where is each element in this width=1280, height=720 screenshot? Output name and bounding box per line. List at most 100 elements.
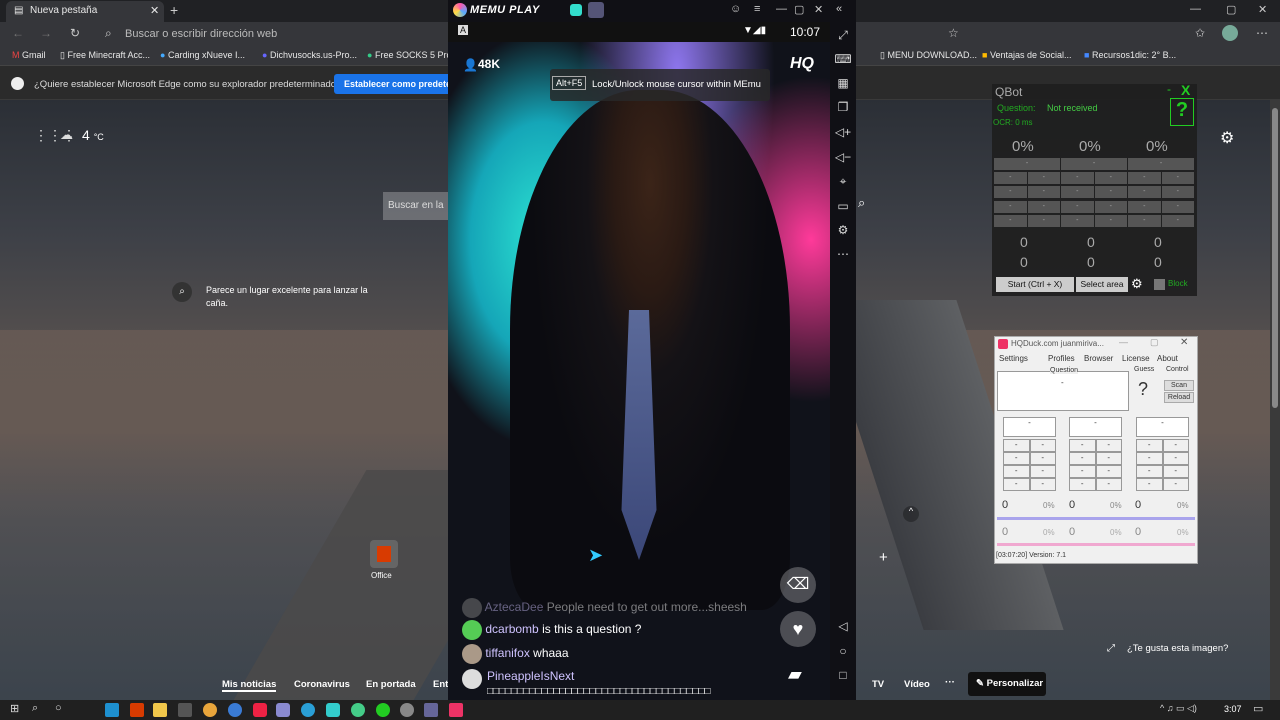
taskbar-telegram-icon[interactable] xyxy=(301,703,315,717)
forward-icon[interactable]: → xyxy=(40,26,52,40)
more-icon[interactable]: ⋯ xyxy=(834,247,852,263)
taskbar-app3-icon[interactable] xyxy=(424,703,438,717)
memu-tab-hq-icon[interactable] xyxy=(588,2,604,18)
notifications-icon[interactable]: ▭ xyxy=(1253,702,1263,715)
hqduck-minimize-icon[interactable]: — xyxy=(1119,337,1128,347)
settings-gear-icon[interactable]: ⚙ xyxy=(1220,128,1234,148)
hqduck-scan-button[interactable]: Scan xyxy=(1164,380,1194,391)
bookmark-minecraft[interactable]: ▯ Free Minecraft Acc... xyxy=(60,50,150,61)
folder-icon[interactable]: ▭ xyxy=(834,199,852,215)
location-icon[interactable]: ⌖ xyxy=(834,174,852,190)
bookmark-carding[interactable]: ● Carding xNueve I... xyxy=(160,50,245,60)
favorites-icon[interactable]: ✩ xyxy=(1195,26,1205,40)
menu-about[interactable]: About xyxy=(1157,354,1178,363)
web-search-box[interactable]: Buscar en la xyxy=(383,192,448,220)
taskbar-qbot-icon[interactable] xyxy=(376,703,390,717)
chat-bubble-icon[interactable]: ▰ xyxy=(788,664,802,685)
memu-menu-icon[interactable]: ≡ xyxy=(754,3,760,15)
taskbar-memu-icon[interactable] xyxy=(276,703,290,717)
office-tile[interactable] xyxy=(370,540,398,568)
tray-icons[interactable]: ^ ♫ ▭ ◁) xyxy=(1160,703,1197,714)
news-tab-tv[interactable]: TV xyxy=(872,679,884,690)
news-tab-video[interactable]: Vídeo xyxy=(904,679,930,690)
settings-icon[interactable]: ⚙ xyxy=(834,223,852,239)
taskbar-browser2-icon[interactable] xyxy=(351,703,365,717)
start-windows-icon[interactable]: ⊞ xyxy=(10,702,19,715)
volume-down-icon[interactable]: ◁− xyxy=(834,150,852,166)
qbot-minimize-icon[interactable]: - xyxy=(1167,82,1171,96)
chevron-up-icon[interactable]: ^ xyxy=(903,506,919,522)
more-menu-icon[interactable]: ⋯ xyxy=(1256,26,1268,40)
customize-button[interactable]: ✎ Personalizar xyxy=(968,672,1046,696)
multi-window-icon[interactable]: ❐ xyxy=(834,100,852,116)
favorite-star-icon[interactable]: ☆ xyxy=(948,26,959,40)
taskbar-edge-icon[interactable] xyxy=(105,703,119,717)
news-more-icon[interactable]: ··· xyxy=(945,677,955,688)
bookmark-menu-download[interactable]: ▯ MENU DOWNLOAD... xyxy=(880,50,977,61)
memu-tab-app-icon[interactable] xyxy=(570,4,582,16)
bookmark-free-socks[interactable]: ● Free SOCKS 5 Proxy xyxy=(367,50,460,60)
bookmark-dichvusocks[interactable]: ● Dichvusocks.us-Pro... xyxy=(262,50,357,60)
volume-up-icon[interactable]: ◁+ xyxy=(834,125,852,141)
taskbar-hqduck-icon[interactable] xyxy=(449,703,463,717)
page-scrollbar[interactable] xyxy=(1270,100,1280,700)
bookmark-ventajas[interactable]: ■ Ventajas de Social... xyxy=(982,50,1072,60)
close-tab-icon[interactable]: ✕ xyxy=(150,4,159,17)
taskbar-search-icon[interactable]: ⌕ xyxy=(32,702,38,715)
memu-collapse-icon[interactable]: « xyxy=(836,3,842,15)
eraser-button[interactable]: ⌫ xyxy=(780,567,816,603)
android-home-icon[interactable]: ○ xyxy=(834,644,852,660)
qbot-settings-icon[interactable]: ⚙ xyxy=(1131,276,1143,292)
close-window-icon[interactable]: ✕ xyxy=(1258,3,1267,16)
menu-profiles[interactable]: Profiles xyxy=(1048,354,1075,363)
memu-minimize-icon[interactable]: — xyxy=(776,3,787,15)
taskbar-brave-icon[interactable] xyxy=(253,703,267,717)
qbot-start-button[interactable]: Start (Ctrl + X) xyxy=(996,277,1074,292)
maximize-icon[interactable]: ▢ xyxy=(1226,3,1236,16)
qbot-help-button[interactable]: ? xyxy=(1170,98,1194,126)
apk-icon[interactable]: ▦ xyxy=(834,76,852,92)
taskbar-app-icon[interactable] xyxy=(203,703,217,717)
fullscreen-icon[interactable]: ⤢ xyxy=(834,28,852,44)
qbot-block-checkbox[interactable] xyxy=(1154,279,1165,290)
bookmark-recursos[interactable]: ■ Recursos1dic: 2° B... xyxy=(1084,50,1176,60)
news-tab-coronavirus[interactable]: Coronavirus xyxy=(294,679,350,690)
taskbar-store-icon[interactable] xyxy=(178,703,192,717)
android-recents-icon[interactable]: □ xyxy=(834,668,852,684)
news-tab-en-portada[interactable]: En portada xyxy=(366,679,416,690)
memu-maximize-icon[interactable]: ▢ xyxy=(794,3,804,16)
menu-browser[interactable]: Browser xyxy=(1084,354,1113,363)
address-input[interactable]: Buscar o escribir dirección web xyxy=(125,28,277,40)
scrollbar-thumb[interactable] xyxy=(1272,108,1278,408)
refresh-icon[interactable]: ↻ xyxy=(70,26,80,40)
hqduck-maximize-icon[interactable]: ▢ xyxy=(1150,337,1159,348)
bookmark-gmail[interactable]: M Gmail xyxy=(12,50,46,60)
heart-button[interactable]: ♥ xyxy=(780,611,816,647)
qbot-select-area-button[interactable]: Select area xyxy=(1076,277,1128,292)
news-tab-ent[interactable]: Ent xyxy=(433,679,448,690)
menu-license[interactable]: License xyxy=(1122,354,1150,363)
hqduck-reload-button[interactable]: Reload xyxy=(1164,392,1194,403)
hqduck-close-icon[interactable]: ✕ xyxy=(1180,337,1188,348)
minimize-icon[interactable]: — xyxy=(1190,3,1201,15)
new-tab-icon[interactable]: + xyxy=(170,2,178,18)
taskbar-office-icon[interactable] xyxy=(130,703,144,717)
tab-nueva-pestana[interactable]: ▤ Nueva pestaña ✕ xyxy=(6,1,164,22)
taskbar-chrome-icon[interactable] xyxy=(228,703,242,717)
like-image-link[interactable]: ¿Te gusta esta imagen? xyxy=(1127,643,1228,654)
memu-close-icon[interactable]: ✕ xyxy=(814,3,823,16)
android-back-icon[interactable]: ◁ xyxy=(834,619,852,635)
back-icon[interactable]: ← xyxy=(12,26,24,40)
task-view-icon[interactable]: ○ xyxy=(55,702,62,714)
qbot-close-icon[interactable]: X xyxy=(1181,82,1190,98)
taskbar-app2-icon[interactable] xyxy=(400,703,414,717)
menu-settings[interactable]: Settings xyxy=(999,354,1028,363)
taskbar-tool-icon[interactable] xyxy=(326,703,340,717)
memu-account-icon[interactable]: ☺ xyxy=(730,3,741,15)
profile-avatar[interactable] xyxy=(1222,25,1238,41)
keyboard-icon[interactable]: ⌨ xyxy=(834,52,852,68)
taskbar-explorer-icon[interactable] xyxy=(153,703,167,717)
search-magnifier-right-icon[interactable]: ⌕ xyxy=(858,195,865,211)
add-tile-icon[interactable]: + xyxy=(879,549,888,566)
news-tab-mis-noticias[interactable]: Mis noticias xyxy=(222,679,277,692)
